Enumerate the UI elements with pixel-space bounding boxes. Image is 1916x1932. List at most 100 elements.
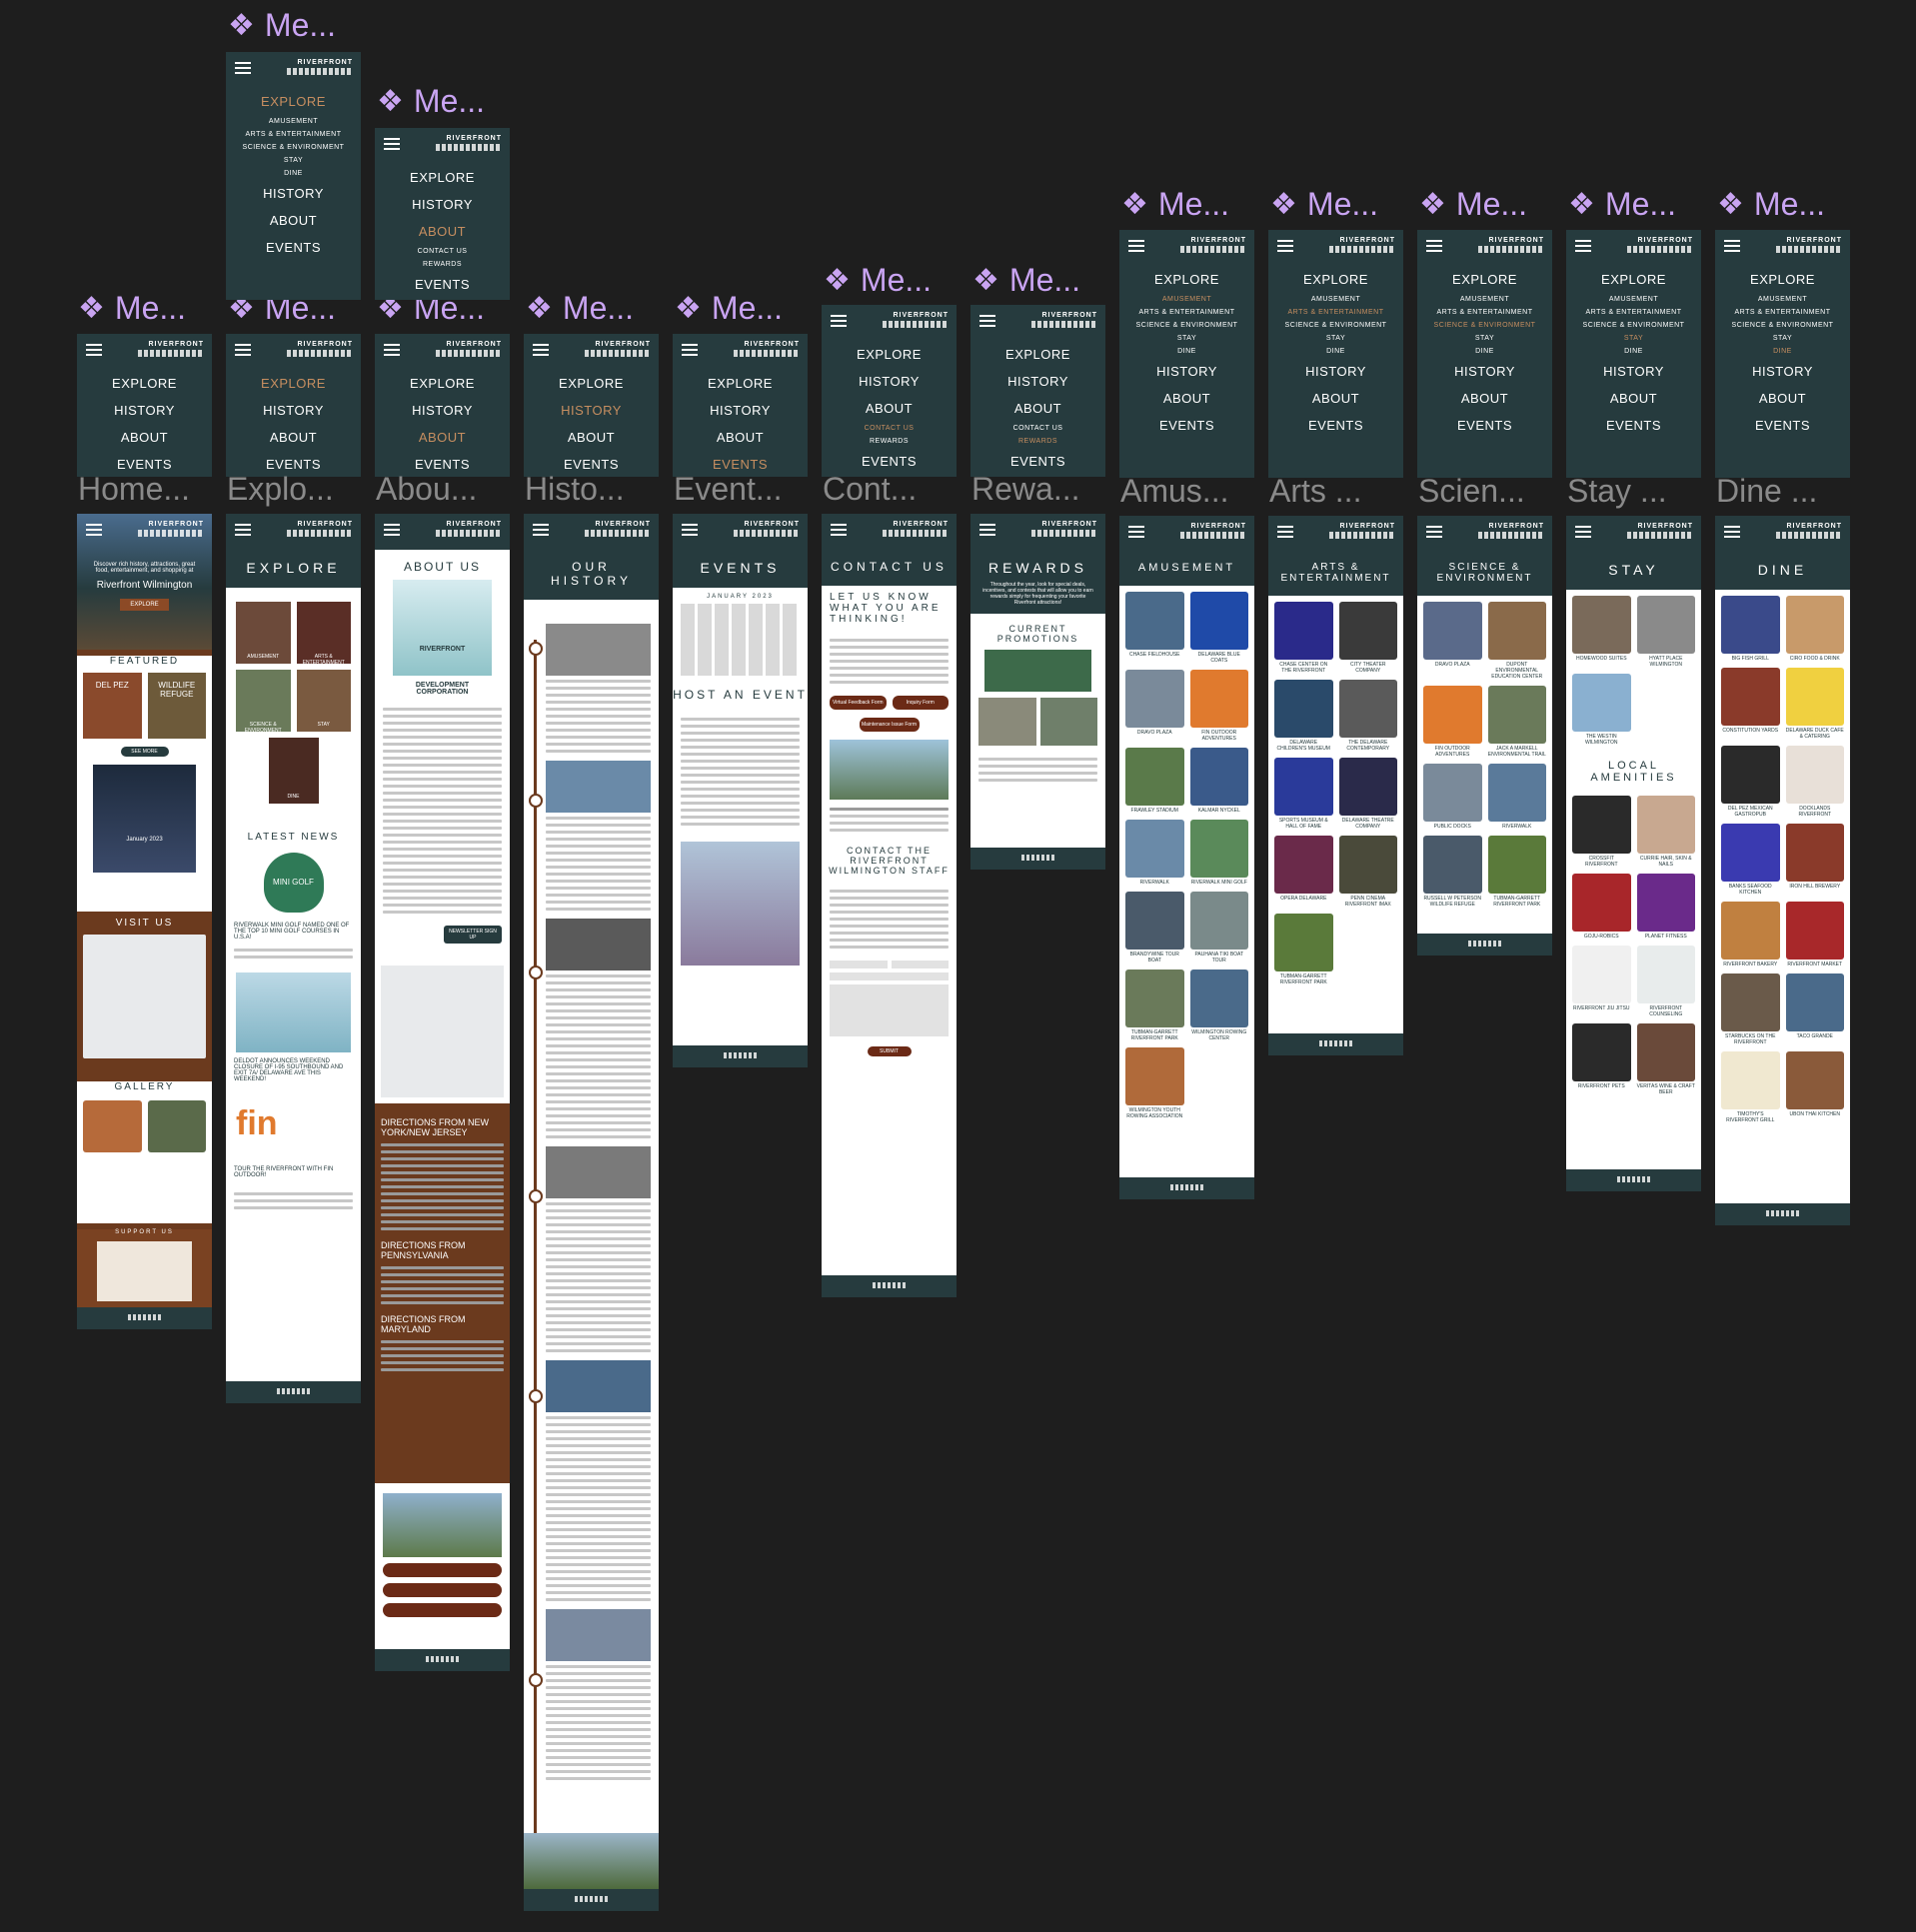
featured-card[interactable]: WILDLIFE REFUGE xyxy=(147,673,206,739)
logo[interactable]: RIVERFRONT xyxy=(1031,312,1097,332)
menu-item[interactable]: ABOUT xyxy=(822,395,957,422)
menu-frame-amusement[interactable]: RIVERFRONT EXPLORE AMUSEMENT ARTS & ENTERT… xyxy=(1119,230,1254,478)
menu-item[interactable]: HISTORY xyxy=(1417,358,1552,385)
gallery-photo[interactable] xyxy=(147,1100,206,1152)
tile-card[interactable]: WILMINGTON YOUTH ROWING ASSOCIATION xyxy=(1125,1047,1184,1119)
newsletter-button[interactable]: NEWSLETTER SIGN UP xyxy=(444,926,502,944)
tile-card[interactable]: DEL PEZ MEXICAN GASTROPUB xyxy=(1721,746,1780,818)
hamburger-icon[interactable] xyxy=(235,344,251,356)
menu-item[interactable]: HISTORY xyxy=(226,180,361,207)
page-history[interactable]: RIVERFRONT OUR HISTORY xyxy=(524,514,659,1911)
menu-item[interactable]: HISTORY xyxy=(673,397,808,424)
tile-card[interactable]: GOJU-ROBICS xyxy=(1572,874,1631,940)
page-label[interactable]: Scien... xyxy=(1418,469,1554,513)
logo[interactable]: RIVERFRONT xyxy=(436,521,502,541)
frame-label[interactable]: ❖ Me... xyxy=(675,287,805,329)
tile-card[interactable]: THE WESTIN WILMINGTON xyxy=(1572,674,1631,746)
tile-card[interactable]: PENN CINEMA RIVERFRONT IMAX xyxy=(1338,836,1397,908)
menu-item[interactable]: EXPLORE xyxy=(226,88,361,115)
hamburger-icon[interactable] xyxy=(1575,526,1591,538)
menu-item[interactable]: STAY xyxy=(1715,332,1850,345)
page-label[interactable]: Rewa... xyxy=(971,467,1107,511)
timeline-dot[interactable] xyxy=(529,1389,543,1403)
news-headline[interactable]: DELDOT ANNOUNCES WEEKEND CLOSURE OF I-95… xyxy=(226,1058,361,1082)
tile-card[interactable]: SPORTS MUSEUM & HALL OF FAME xyxy=(1274,758,1333,830)
tile-card[interactable]: BANKS SEAFOOD KITCHEN xyxy=(1721,824,1780,896)
menu-item[interactable]: AMUSEMENT xyxy=(1417,293,1552,306)
menu-item[interactable]: STAY xyxy=(226,154,361,167)
timeline-dot[interactable] xyxy=(529,1189,543,1203)
tile-card[interactable]: TUBMAN-GARRETT RIVERFRONT PARK xyxy=(1274,914,1333,985)
page-label[interactable]: Dine ... xyxy=(1716,469,1852,513)
tile-card[interactable]: KALMAR NYCKEL xyxy=(1189,748,1248,814)
hamburger-icon[interactable] xyxy=(979,315,995,327)
tile-card[interactable]: STARBUCKS ON THE RIVERFRONT xyxy=(1721,973,1780,1045)
tile-card[interactable]: DELAWARE THEATRE COMPANY xyxy=(1338,758,1397,830)
page-contact[interactable]: RIVERFRONT CONTACT US LET US KNOW WHAT Y… xyxy=(822,514,957,1297)
page-explore[interactable]: RIVERFRONT EXPLORE AMUSEMENT ARTS & ENTE… xyxy=(226,514,361,1403)
menu-item[interactable]: EVENTS xyxy=(1417,412,1552,439)
menu-frame-events[interactable]: RIVERFRONT EXPLORE HISTORY ABOUT EVENTS xyxy=(673,334,808,477)
menu-item[interactable]: AMUSEMENT xyxy=(1268,293,1403,306)
news-headline[interactable]: TOUR THE RIVERFRONT WITH FIN OUTDOOR! xyxy=(226,1160,361,1184)
report-button[interactable] xyxy=(383,1563,502,1577)
tile-card[interactable]: CONSTITUTION YARDS xyxy=(1721,668,1780,740)
menu-item[interactable]: ARTS & ENTERTAINMENT xyxy=(1715,306,1850,319)
feedback-button[interactable]: Virtual Feedback Form xyxy=(830,696,887,710)
tile-card[interactable]: PAUHANA TIKI BOAT TOUR xyxy=(1189,892,1248,964)
menu-item[interactable]: EXPLORE xyxy=(77,370,212,397)
hamburger-icon[interactable] xyxy=(831,315,847,327)
tile-card[interactable]: IRON HILL BREWERY xyxy=(1785,824,1844,896)
tile-card[interactable]: VERITAS WINE & CRAFT BEER xyxy=(1636,1023,1695,1095)
tile-card[interactable]: OPERA DELAWARE xyxy=(1274,836,1333,908)
menu-item[interactable]: DINE xyxy=(1566,345,1701,358)
menu-item[interactable]: SCIENCE & ENVIRONMENT xyxy=(1715,319,1850,332)
tile-card[interactable]: DRAVO PLAZA xyxy=(1125,670,1184,742)
logo[interactable]: RIVERFRONT xyxy=(436,135,502,155)
frame-label[interactable]: ❖ Me... xyxy=(1121,183,1251,225)
menu-item[interactable]: ABOUT xyxy=(1268,385,1403,412)
menu-item[interactable]: STAY xyxy=(1417,332,1552,345)
menu-item[interactable]: HISTORY xyxy=(1268,358,1403,385)
menu-item[interactable]: HISTORY xyxy=(375,191,510,218)
menu-item[interactable]: ABOUT xyxy=(1715,385,1850,412)
tile-card[interactable]: CHASE CENTER ON THE RIVERFRONT xyxy=(1274,602,1333,674)
tile-card[interactable]: DUPONT ENVIRONMENTAL EDUCATION CENTER xyxy=(1487,602,1546,680)
tile-card[interactable]: CROSSFIT RIVERFRONT xyxy=(1572,796,1631,868)
menu-item[interactable]: AMUSEMENT xyxy=(226,115,361,128)
menu-frame-about[interactable]: RIVERFRONT EXPLORE HISTORY ABOUT EVENTS xyxy=(375,334,510,477)
promo-image[interactable] xyxy=(984,650,1091,692)
menu-item[interactable]: STAY xyxy=(1119,332,1254,345)
tile-card[interactable]: RIVERFRONT MARKET xyxy=(1785,902,1844,967)
page-label[interactable]: Home... xyxy=(78,467,214,511)
page-label[interactable]: Explo... xyxy=(227,467,363,511)
hamburger-icon[interactable] xyxy=(86,344,102,356)
frame-label[interactable]: ❖ Me... xyxy=(824,259,954,301)
menu-item[interactable]: ABOUT xyxy=(1417,385,1552,412)
menu-item[interactable]: DINE xyxy=(1417,345,1552,358)
menu-item[interactable]: REWARDS xyxy=(375,258,510,271)
tile-card[interactable]: RIVERFRONT JIU JITSU xyxy=(1572,946,1631,1017)
logo[interactable]: RIVERFRONT xyxy=(585,521,651,541)
hamburger-icon[interactable] xyxy=(1277,240,1293,252)
page-label[interactable]: Event... xyxy=(674,467,810,511)
logo[interactable]: RIVERFRONT xyxy=(1031,521,1097,541)
menu-item[interactable]: ABOUT xyxy=(375,424,510,451)
hamburger-icon[interactable] xyxy=(979,524,995,536)
tile-card[interactable]: JACK A MARKELL ENVIRONMENTAL TRAIL xyxy=(1487,686,1546,758)
timeline-dot[interactable] xyxy=(529,966,543,979)
menu-frame-explore-expanded[interactable]: RIVERFRONT EXPLORE AMUSEMENT ARTS & ENTERT… xyxy=(226,52,361,300)
menu-item[interactable]: ABOUT xyxy=(375,218,510,245)
tile-card[interactable]: HYATT PLACE WILMINGTON xyxy=(1636,596,1695,668)
menu-item[interactable]: HISTORY xyxy=(226,397,361,424)
menu-item[interactable]: AMUSEMENT xyxy=(1566,293,1701,306)
menu-item[interactable]: EVENTS xyxy=(1268,412,1403,439)
timeline-dot[interactable] xyxy=(529,794,543,808)
tile-card[interactable]: TIMOTHY'S RIVERFRONT GRILL xyxy=(1721,1051,1780,1123)
tile-card[interactable]: BIG FISH GRILL xyxy=(1721,596,1780,662)
tile-card[interactable]: CITY THEATER COMPANY xyxy=(1338,602,1397,674)
gallery-photo[interactable] xyxy=(83,1100,142,1152)
logo[interactable]: RIVERFRONT xyxy=(1776,523,1842,543)
tile-card[interactable]: RUSSELL W PETERSON WILDLIFE REFUGE xyxy=(1423,836,1482,908)
menu-item[interactable]: CONTACT US xyxy=(970,422,1105,435)
